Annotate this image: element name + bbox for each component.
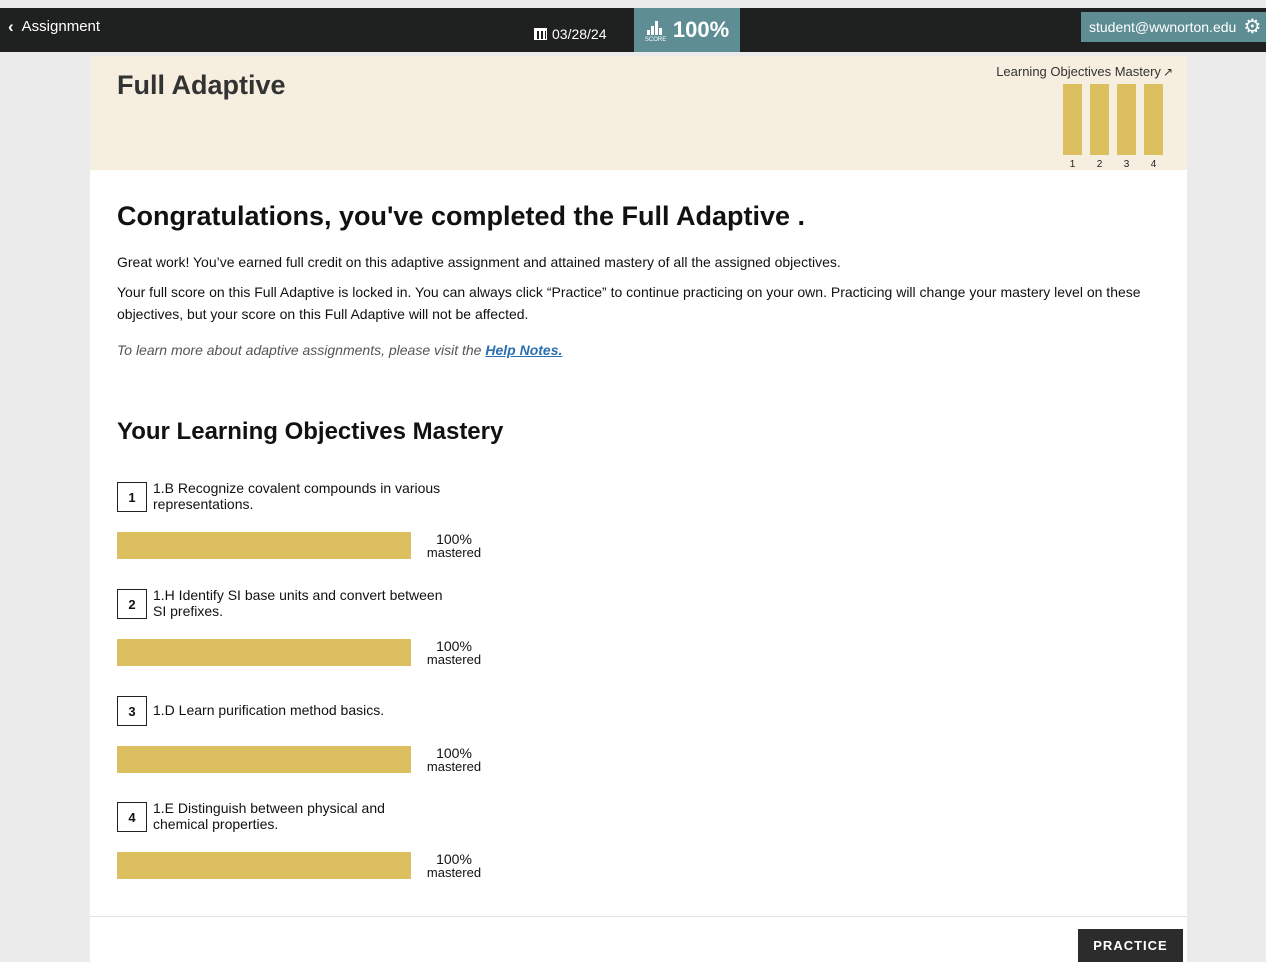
objective-text: 1.H Identify SI base units and convert b…: [153, 587, 443, 619]
assignment-card: Full Adaptive Learning Objectives Master…: [90, 56, 1187, 962]
chevron-left-icon: ‹: [8, 17, 14, 36]
help-prefix: To learn more about adaptive assignments…: [117, 342, 486, 358]
mastery-bar: [117, 639, 411, 666]
score-caption: SCORE: [644, 37, 667, 43]
mastery-mini-bar: [1063, 84, 1082, 155]
mastery-mini-label: 4: [1150, 159, 1157, 170]
mastery-status: mastered: [426, 545, 482, 560]
assignment-title: Full Adaptive: [117, 70, 286, 100]
back-to-assignment-link[interactable]: ‹ Assignment: [8, 18, 100, 35]
mastery-status: mastered: [426, 652, 482, 667]
mastery-percent: 100% mastered: [419, 639, 489, 667]
user-email: student@wwnorton.edu: [1089, 19, 1237, 35]
completion-message: Congratulations, you've completed the Fu…: [117, 201, 1147, 358]
completion-paragraph: Great work! You’ve earned full credit on…: [117, 254, 841, 270]
mastery-mini-bar: [1117, 84, 1136, 155]
objective-number: 1: [117, 482, 147, 512]
objective-text: 1.B Recognize covalent compounds in vari…: [153, 480, 441, 512]
mastery-status: mastered: [426, 759, 482, 774]
mastery-mini-bar: [1090, 84, 1109, 155]
mastery-mini-label: 3: [1123, 159, 1130, 170]
mastery-mini-label: 1: [1069, 159, 1076, 170]
expand-icon[interactable]: ↗: [1163, 65, 1173, 79]
mastery-summary-title: Learning Objectives Mastery: [996, 64, 1161, 79]
mastery-percent: 100% mastered: [419, 532, 489, 560]
objective-number: 2: [117, 589, 147, 619]
score-value: 100%: [672, 17, 730, 42]
mastery-mini-bar: [1144, 84, 1163, 155]
gear-icon[interactable]: ⚙: [1243, 17, 1261, 37]
score-locked-paragraph: Your full score on this Full Adaptive is…: [117, 284, 1141, 322]
objective-number: 4: [117, 802, 147, 832]
completion-heading: Congratulations, you've completed the Fu…: [117, 201, 805, 231]
back-label: Assignment: [21, 18, 101, 35]
assignment-banner: Full Adaptive Learning Objectives Master…: [90, 56, 1187, 170]
objective-number: 3: [117, 696, 147, 726]
due-date-text: 03/28/24: [552, 26, 607, 42]
practice-button[interactable]: PRACTICE: [1078, 929, 1183, 962]
mastery-summary-header: Learning Objectives Mastery ↗: [996, 64, 1173, 79]
mastery-bar: [117, 746, 411, 773]
calendar-icon: [534, 28, 547, 40]
help-notes-link[interactable]: Help Notes.: [485, 342, 562, 358]
top-bar: ‹ Assignment 03/28/24 SCORE 100% student…: [0, 8, 1266, 52]
objective-text: 1.E Distinguish between physical and che…: [153, 800, 385, 832]
mastery-heading: Your Learning Objectives Mastery: [117, 418, 504, 445]
mastery-bar: [117, 852, 411, 879]
score-display: SCORE 100%: [634, 8, 740, 52]
mastery-percent: 100% mastered: [419, 852, 489, 880]
objective-text: 1.D Learn purification method basics.: [153, 702, 385, 718]
footer-divider: [90, 916, 1187, 917]
user-menu[interactable]: student@wwnorton.edu ⚙: [1081, 12, 1266, 42]
help-paragraph: To learn more about adaptive assignments…: [117, 339, 562, 361]
due-date: 03/28/24: [534, 26, 607, 42]
mastery-status: mastered: [426, 865, 482, 880]
mastery-mini-label: 2: [1096, 159, 1103, 170]
mastery-bar: [117, 532, 411, 559]
mastery-percent: 100% mastered: [419, 746, 489, 774]
score-chart-icon: SCORE: [645, 17, 667, 43]
